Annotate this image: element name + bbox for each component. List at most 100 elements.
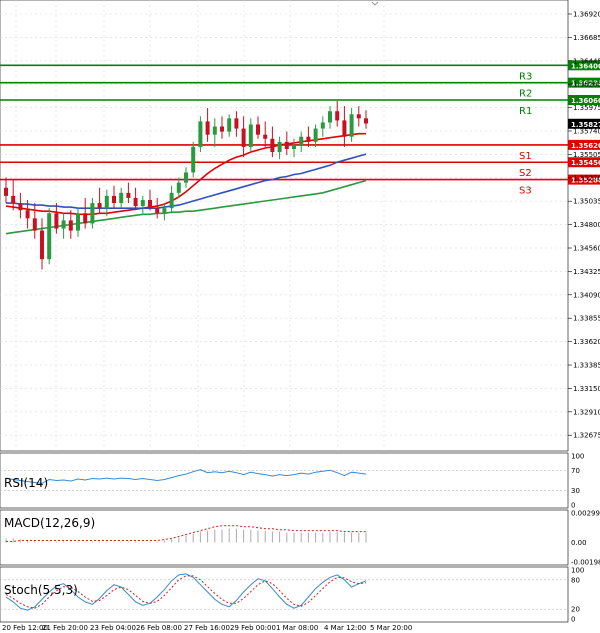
time-tick-label: 1 Mar 08:00 <box>276 624 318 632</box>
candle-body <box>263 134 268 139</box>
candle <box>47 208 52 265</box>
rsi-tick-label: 100 <box>571 453 584 461</box>
candle-body <box>40 230 44 260</box>
time-tick-label: 5 Mar 20:00 <box>370 624 412 632</box>
candle-body <box>342 120 347 137</box>
time-tick-label: 21 Feb 20:00 <box>42 624 88 632</box>
price-tick-label: 1.34090 <box>573 291 600 299</box>
candle-body <box>18 203 23 211</box>
stoch-panel <box>0 566 569 623</box>
candle-body <box>112 195 116 204</box>
current-price-value: 1.35827 <box>571 121 600 129</box>
candle-body <box>4 187 8 196</box>
level-s3-name: S3 <box>519 186 532 197</box>
macd-tick-label: 0.00 <box>571 539 587 547</box>
price-tick-label: 1.33150 <box>573 385 600 393</box>
candle-body <box>292 144 296 149</box>
candle-body <box>76 213 80 231</box>
candle-body <box>32 218 37 231</box>
candle <box>191 141 196 178</box>
candle-body <box>270 138 275 153</box>
candle-body <box>234 118 239 129</box>
rsi-label: RSI(14) <box>4 476 48 490</box>
price-tick-label: 1.36920 <box>573 11 600 19</box>
candle-body <box>328 111 332 123</box>
macd-tick-label: 0.002992 <box>571 510 600 518</box>
level-s2-name: S2 <box>519 168 532 179</box>
time-tick-label: 26 Feb 08:00 <box>136 624 182 632</box>
candle-body <box>133 197 138 207</box>
candle-body <box>11 195 16 204</box>
candle-body <box>241 128 246 147</box>
candle-body <box>335 111 340 121</box>
price-tick-label: 1.32675 <box>573 432 600 440</box>
stoch-tick-label: 0 <box>571 616 575 624</box>
candle-body <box>184 172 188 183</box>
candle-body <box>176 182 181 193</box>
stoch-tick-label: 80 <box>571 576 580 584</box>
price-tick-label: 1.34325 <box>573 268 600 276</box>
price-tick-label: 1.35505 <box>573 151 600 159</box>
candle-body <box>47 213 52 260</box>
candle-body <box>25 210 30 219</box>
candle-body <box>83 213 88 224</box>
time-tick-label: 27 Feb 16:00 <box>184 624 230 632</box>
candle-body <box>248 124 253 147</box>
price-tick-label: 1.33620 <box>573 338 600 346</box>
stoch-label: Stoch(5,5,3) <box>4 583 78 597</box>
candle-body <box>191 146 196 173</box>
forex-chart: 1.36400R31.36230R21.36060R11.35620S11.35… <box>0 0 600 632</box>
level-r2-name: R2 <box>519 89 532 100</box>
candle-body <box>61 220 66 229</box>
rsi-tick-label: 70 <box>571 467 580 475</box>
candle-body <box>349 114 354 137</box>
candle-body <box>198 121 203 147</box>
candle-body <box>97 203 102 209</box>
candle-body <box>364 118 368 124</box>
candle-body <box>227 118 232 132</box>
candle-body <box>277 141 282 153</box>
level-r3-name: R3 <box>519 71 532 82</box>
candle-body <box>119 192 124 204</box>
price-tick-label: 1.36685 <box>573 34 600 42</box>
candle-body <box>320 122 325 129</box>
stoch-tick-label: 20 <box>571 606 580 614</box>
time-tick-label: 23 Feb 04:00 <box>90 624 136 632</box>
price-tick-label: 1.36205 <box>573 81 600 89</box>
candle-body <box>299 136 304 145</box>
price-tick-label: 1.33385 <box>573 362 600 370</box>
price-tick-label: 1.34800 <box>573 221 600 229</box>
price-tick-label: 1.35270 <box>573 174 600 182</box>
stoch-tick-label: 100 <box>571 567 584 575</box>
price-tick-label: 1.32910 <box>573 408 600 416</box>
candle-body <box>90 203 95 224</box>
candle-body <box>148 199 152 209</box>
time-tick-label: 29 Feb 00:00 <box>230 624 276 632</box>
price-tick-label: 1.35035 <box>573 198 600 206</box>
candle-body <box>356 114 361 119</box>
price-tick-label: 1.36445 <box>573 57 600 65</box>
candle-body <box>212 126 217 135</box>
candle-body <box>169 192 174 209</box>
rsi-tick-label: 0 <box>571 502 575 510</box>
candle-body <box>68 220 73 231</box>
candle-body <box>306 136 311 142</box>
price-tick-label: 1.35975 <box>573 104 600 112</box>
candle-body <box>140 199 145 207</box>
price-tick-label: 1.34560 <box>573 245 600 253</box>
candle-body <box>256 124 260 135</box>
candle-body <box>313 128 318 142</box>
level-s1-name: S1 <box>519 151 532 162</box>
rsi-tick-label: 30 <box>571 487 580 495</box>
macd-label: MACD(12,26,9) <box>4 516 95 530</box>
price-tick-label: 1.33855 <box>573 315 600 323</box>
candle-body <box>220 126 224 132</box>
level-s1-value: 1.35620 <box>571 142 600 150</box>
candle-body <box>162 208 167 214</box>
candle-body <box>126 192 131 198</box>
macd-tick-label: -0.001985 <box>571 559 600 567</box>
candle-body <box>104 195 109 209</box>
candle-body <box>155 208 160 214</box>
level-s2-value: 1.35450 <box>571 159 600 167</box>
level-r1-name: R1 <box>519 106 532 117</box>
